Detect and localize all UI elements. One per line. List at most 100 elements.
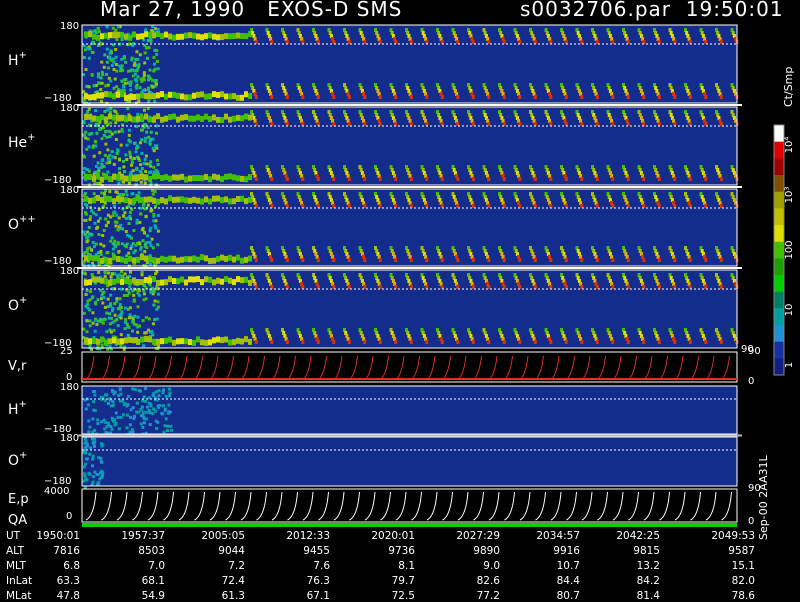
footer-cell: 7.0 xyxy=(148,560,165,572)
footer-cell: 9916 xyxy=(553,545,580,557)
flux-band xyxy=(228,93,232,100)
flux-band xyxy=(180,276,184,283)
flux-pixel xyxy=(108,322,112,326)
flux-band xyxy=(220,337,224,344)
flux-pixel xyxy=(82,155,86,159)
flux-pixel xyxy=(91,464,95,468)
flux-band xyxy=(208,176,212,183)
flux-pixel xyxy=(108,56,112,60)
flux-band xyxy=(200,91,204,98)
flux-pixel xyxy=(142,292,146,296)
flux-band xyxy=(196,175,200,182)
flux-streak xyxy=(270,285,274,289)
flux-pixel xyxy=(104,217,108,221)
flux-pixel xyxy=(92,154,96,158)
flux-band xyxy=(152,338,156,345)
flux-band xyxy=(200,34,204,41)
flux-band xyxy=(220,116,224,123)
flux-streak xyxy=(409,40,413,44)
flux-pixel xyxy=(112,67,116,71)
flux-band xyxy=(120,256,124,263)
flux-streak xyxy=(673,340,677,344)
flux-pixel xyxy=(103,201,107,205)
flux-pixel xyxy=(85,250,89,254)
flux-pixel xyxy=(91,311,95,315)
flux-band xyxy=(200,254,204,261)
flux-band xyxy=(240,277,244,284)
flux-pixel xyxy=(148,240,152,244)
colorbar-tick: 10 xyxy=(784,304,795,317)
footer-cell: 2027:29 xyxy=(456,530,500,542)
flux-streak xyxy=(642,285,646,289)
flux-band xyxy=(204,93,208,100)
colorbar-segment xyxy=(774,191,784,209)
flux-streak xyxy=(425,258,429,262)
flux-pixel xyxy=(88,472,92,476)
flux-pixel xyxy=(125,426,129,430)
flux-band xyxy=(84,337,88,344)
flux-pixel xyxy=(120,79,124,83)
flux-streak xyxy=(595,122,599,126)
flux-pixel xyxy=(149,291,153,295)
flux-pixel xyxy=(127,251,131,255)
flux-streak xyxy=(487,204,491,208)
flux-pixel xyxy=(119,416,123,420)
flux-band xyxy=(120,91,124,98)
panel-label-sup: ++ xyxy=(19,214,36,225)
flux-band xyxy=(248,174,252,181)
flux-streak xyxy=(270,40,274,44)
flux-pixel xyxy=(97,232,101,236)
y-tick-top: 180 xyxy=(60,382,79,393)
flux-band xyxy=(132,175,136,182)
flux-streak xyxy=(254,340,258,344)
flux-streak xyxy=(409,122,413,126)
flux-streak xyxy=(564,285,568,289)
flux-pixel xyxy=(143,61,147,65)
flux-band xyxy=(196,336,200,343)
flux-pixel xyxy=(106,271,110,275)
flux-pixel xyxy=(145,241,149,245)
flux-pixel xyxy=(112,86,116,90)
flux-streak xyxy=(347,40,351,44)
flux-streak xyxy=(549,285,553,289)
flux-streak xyxy=(394,122,398,126)
flux-pixel xyxy=(83,232,87,236)
flux-streak xyxy=(363,258,367,262)
flux-band xyxy=(144,31,148,38)
flux-pixel xyxy=(128,211,132,215)
flux-pixel xyxy=(105,25,109,29)
flux-band xyxy=(236,32,240,39)
flux-band xyxy=(228,277,232,284)
flux-pixel xyxy=(137,191,141,195)
flux-band xyxy=(180,173,184,180)
panel-he: He+180−180 xyxy=(8,103,739,188)
flux-pixel xyxy=(125,143,129,147)
flux-pixel xyxy=(104,84,108,88)
flux-band xyxy=(188,276,192,283)
flux-band xyxy=(188,115,192,122)
flux-pixel xyxy=(94,302,98,306)
y-tick-top: 180 xyxy=(60,185,79,196)
flux-streak xyxy=(688,285,692,289)
flux-streak xyxy=(254,177,258,181)
flux-band xyxy=(200,115,204,122)
flux-streak xyxy=(533,122,537,126)
flux-band xyxy=(200,175,204,182)
flux-streak xyxy=(719,204,723,208)
flux-band xyxy=(228,339,232,346)
flux-pixel xyxy=(142,73,146,77)
flux-band xyxy=(168,255,172,262)
flux-pixel xyxy=(147,99,151,103)
flux-pixel xyxy=(82,99,86,103)
flux-pixel xyxy=(138,86,142,90)
flux-streak xyxy=(394,285,398,289)
flux-band xyxy=(212,257,216,264)
flux-streak xyxy=(549,122,553,126)
flux-pixel xyxy=(124,153,128,157)
flux-band xyxy=(136,174,140,181)
flux-pixel xyxy=(133,72,137,76)
panel-h: H+180−180 xyxy=(8,21,739,106)
flux-pixel xyxy=(96,418,100,422)
flux-pixel xyxy=(119,344,123,348)
flux-pixel xyxy=(84,218,88,222)
